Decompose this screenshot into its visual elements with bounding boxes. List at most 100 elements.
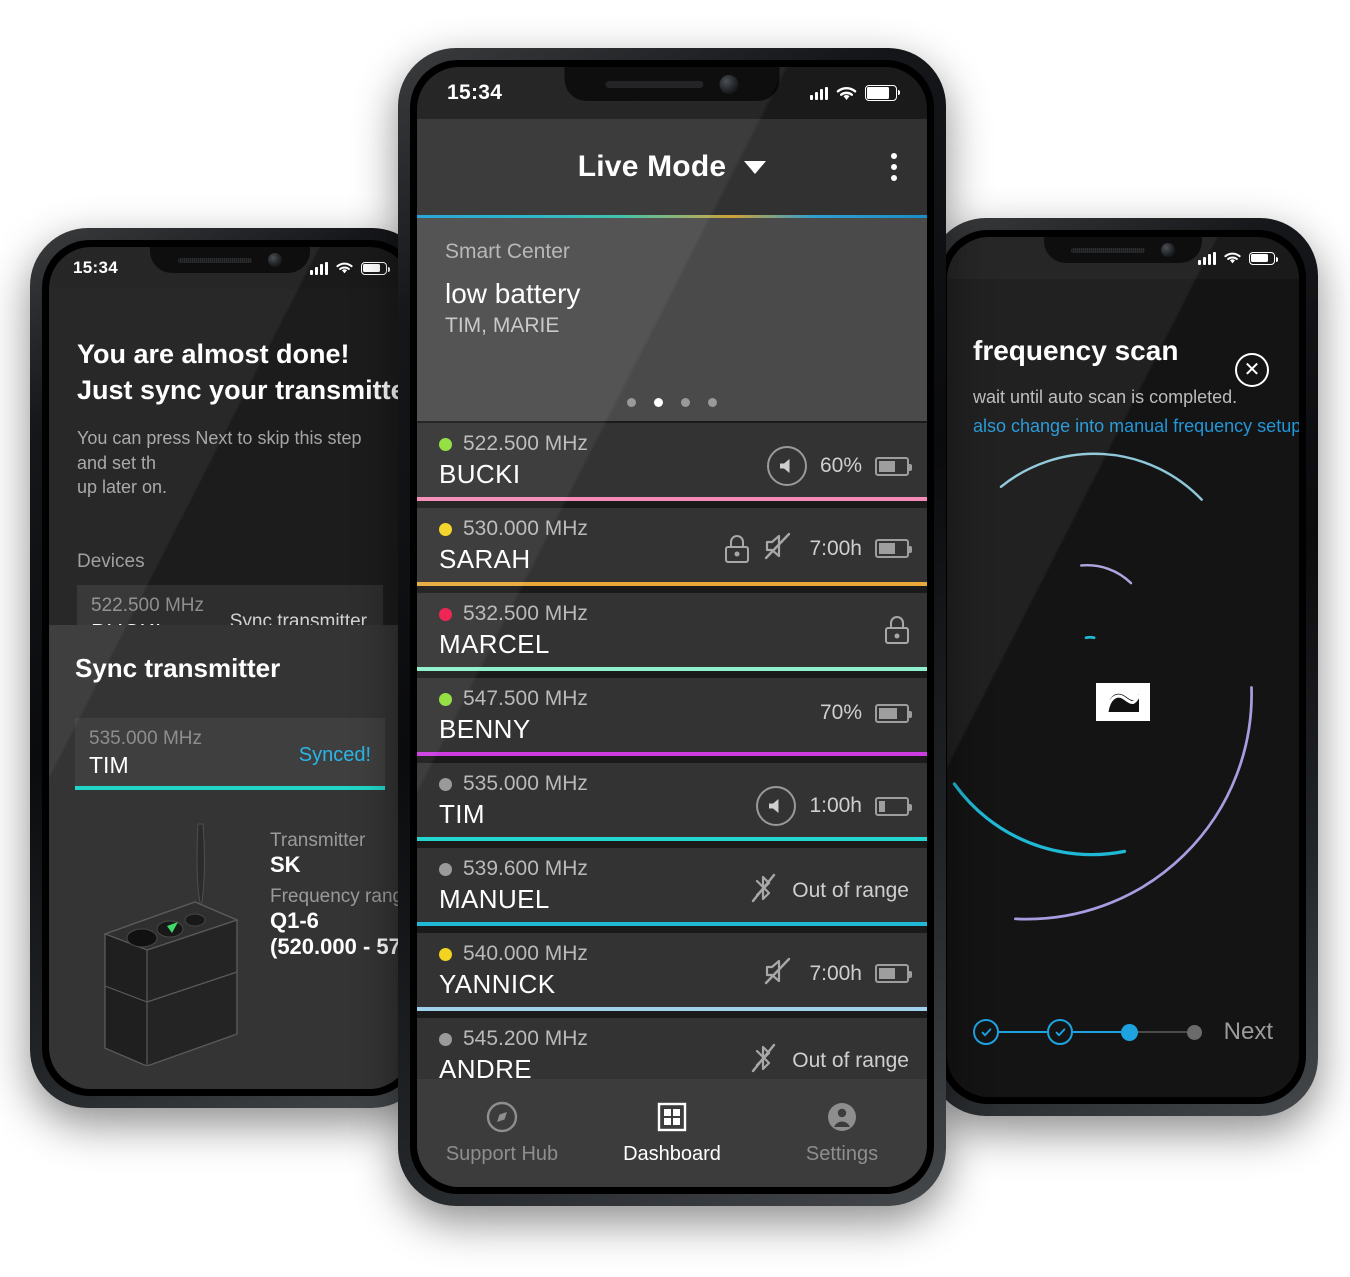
speaker-muted-icon[interactable]: [762, 956, 796, 991]
status-led-icon: [439, 862, 452, 876]
speaker-active-icon[interactable]: [756, 786, 797, 826]
page-dot[interactable]: [627, 398, 636, 407]
page-indicator-dots[interactable]: [417, 398, 927, 407]
page-dot-active[interactable]: [654, 398, 663, 407]
status-text: 7:00h: [809, 536, 862, 560]
account-icon: [828, 1103, 856, 1131]
device-accent-bar: [417, 582, 927, 586]
battery-icon: [1249, 251, 1278, 265]
device-status-group: 60%: [766, 446, 912, 486]
device-name: BENNY: [439, 714, 531, 744]
close-icon[interactable]: ✕: [1235, 353, 1269, 387]
status-led-icon: [439, 692, 452, 706]
table-row[interactable]: 522.500 MHz BUCKI 60%: [417, 423, 927, 501]
kebab-menu-icon[interactable]: [891, 153, 897, 181]
device-info: 535.000 MHz TIM: [439, 772, 756, 830]
device-list[interactable]: 522.500 MHz BUCKI 60% 530.000 MHz SARAH 7:00h…: [417, 423, 927, 1079]
device-frequency-line: 547.500 MHz: [439, 687, 820, 711]
left-phone-screen: 15:34 You are almost done! Just sync you…: [49, 247, 411, 1089]
sheet-device-row[interactable]: 535.000 MHz TIM Synced!: [75, 718, 385, 790]
page-dot[interactable]: [681, 398, 690, 407]
sync-status-badge: Synced!: [298, 744, 371, 766]
table-row[interactable]: 530.000 MHz SARAH 7:00h: [417, 508, 927, 586]
step-pending[interactable]: [1186, 1024, 1202, 1040]
status-icons: [810, 85, 900, 102]
frequency-range-detail: (520.000 - 576.000: [270, 934, 411, 959]
device-frequency: 547.500 MHz: [463, 687, 588, 710]
status-led-icon: [439, 437, 452, 451]
device-accent-bar: [417, 497, 927, 501]
table-row[interactable]: 540.000 MHz YANNICK 7:00h: [417, 933, 927, 1011]
status-icons: [1198, 251, 1278, 265]
lock-icon[interactable]: [885, 616, 909, 644]
device-status-group: 7:00h: [762, 956, 912, 991]
chevron-down-icon[interactable]: [744, 160, 767, 174]
sync-transmitter-sheet: Sync transmitter 535.000 MHz TIM Synced!: [49, 625, 411, 1089]
device-status-group: 70%: [820, 701, 912, 725]
mode-title[interactable]: Live Mode: [578, 150, 727, 184]
front-camera-icon: [1161, 243, 1175, 257]
status-text: 1:00h: [809, 794, 862, 817]
device-info: 545.200 MHz ANDRE: [439, 1027, 747, 1079]
device-status-group: 1:00h: [756, 786, 912, 826]
bodypack-transmitter-illustration: [75, 816, 260, 1067]
center-notch: [564, 67, 780, 101]
smart-center-card[interactable]: Smart Center low battery TIM, MARIE: [417, 218, 927, 421]
tab-dashboard[interactable]: Dashboard: [587, 1100, 757, 1166]
table-row[interactable]: 539.600 MHz MANUEL Out of range: [417, 848, 927, 926]
next-button[interactable]: Next: [1224, 1018, 1273, 1046]
device-info: 539.600 MHz MANUEL: [439, 857, 747, 915]
device-name: TIM: [439, 799, 485, 829]
right-phone-screen: 15:34 ✕ frequency scan wait until auto s…: [947, 237, 1299, 1097]
left-heading-line2: Just sync your transmitters.: [77, 374, 411, 405]
speaker-muted-icon[interactable]: [762, 531, 796, 566]
center-phone-bezel: 15:34 Live Mode Smart Center low battery: [410, 60, 934, 1194]
cellular-signal-icon: [1198, 251, 1216, 265]
status-led-icon: [439, 947, 452, 961]
frequency-scan-animation: [947, 437, 1299, 967]
frequency-range-label: Frequency range:: [270, 886, 411, 907]
device-accent-bar: [75, 786, 385, 790]
device-status-group: Out of range: [747, 1041, 909, 1079]
table-row[interactable]: 547.500 MHz BENNY 70%: [417, 678, 927, 756]
device-frequency: 535.000 MHz: [463, 772, 588, 795]
transmitter-value: SK: [270, 852, 301, 877]
stepper-line: [1073, 1030, 1122, 1034]
left-phone-device: 15:34 You are almost done! Just sync you…: [30, 228, 430, 1108]
scan-instruction-line1: wait until auto scan is completed.: [973, 387, 1238, 407]
left-devices-label: Devices: [77, 551, 145, 573]
page-title: frequency scan: [973, 335, 1179, 366]
device-accent-bar: [417, 667, 927, 671]
device-accent-bar: [417, 922, 927, 926]
device-status-group: [885, 616, 909, 644]
step-complete-2[interactable]: [1047, 1019, 1074, 1045]
device-info: 530.000 MHz SARAH: [439, 517, 725, 575]
device-frequency: 540.000 MHz: [463, 942, 588, 965]
speaker-active-icon[interactable]: [766, 446, 807, 486]
lock-icon[interactable]: [725, 534, 750, 563]
table-row[interactable]: 545.200 MHz ANDRE Out of range: [417, 1018, 927, 1079]
status-icons: [310, 261, 390, 275]
app-header: Live Mode: [417, 119, 927, 215]
table-row[interactable]: 532.500 MHz MARCEL: [417, 593, 927, 671]
tab-support-hub[interactable]: Support Hub: [417, 1100, 587, 1166]
table-row[interactable]: 535.000 MHz TIM 1:00h: [417, 763, 927, 841]
right-phone-bezel: 15:34 ✕ frequency scan wait until auto s…: [940, 230, 1306, 1104]
step-complete-1[interactable]: [973, 1019, 999, 1045]
tab-settings[interactable]: Settings: [757, 1100, 927, 1166]
battery-level-icon: [875, 539, 912, 558]
device-info: 532.500 MHz MARCEL: [439, 602, 885, 660]
bottom-tab-bar[interactable]: Support Hub Dashboard Settings: [417, 1079, 927, 1187]
status-led-icon: [439, 522, 452, 536]
device-name: TIM: [89, 752, 129, 778]
step-active[interactable]: [1121, 1023, 1139, 1041]
page-dot[interactable]: [708, 398, 717, 407]
device-accent-bar: [417, 837, 927, 841]
transmitter-info: Transmitter SK Frequency range: Q1-6 (52…: [75, 816, 411, 1067]
device-frequency: 535.000 MHz: [89, 728, 203, 749]
manual-setup-link[interactable]: also change into manual frequency setup.: [973, 414, 1299, 439]
transmitter-label: Transmitter: [270, 830, 366, 851]
bluetooth-off-icon: [747, 871, 779, 910]
battery-level-icon: [875, 796, 912, 816]
device-accent-bar: [417, 752, 927, 756]
